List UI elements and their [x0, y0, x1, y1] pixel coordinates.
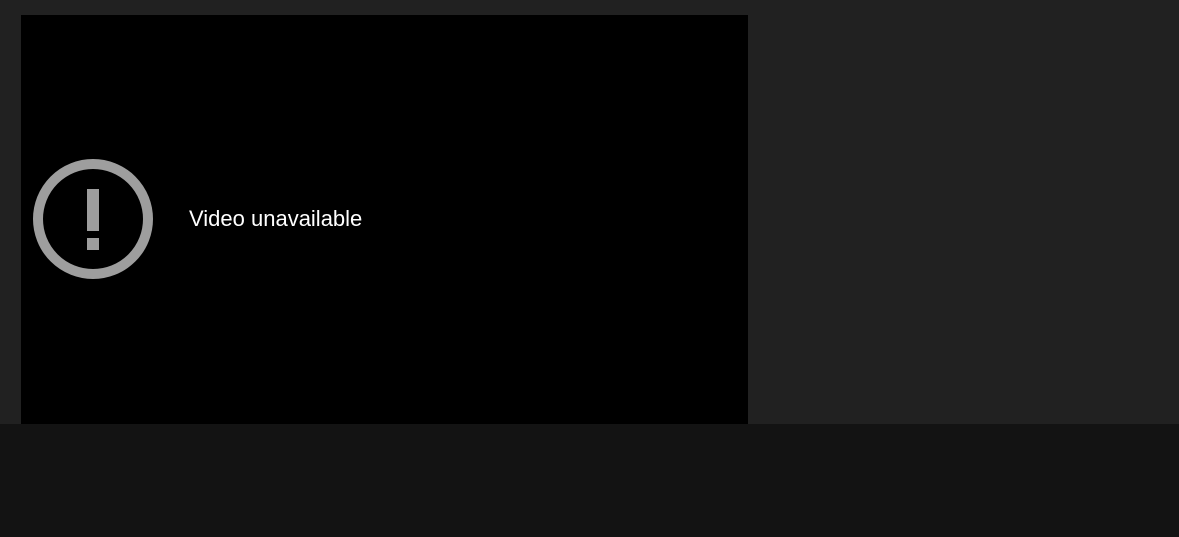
video-player[interactable]: Video unavailable: [21, 15, 748, 424]
page: Video unavailable: [0, 0, 1179, 537]
bottom-panel: [0, 424, 1179, 537]
exclamation-circle-icon: [33, 159, 153, 279]
error-message: Video unavailable: [189, 206, 363, 231]
